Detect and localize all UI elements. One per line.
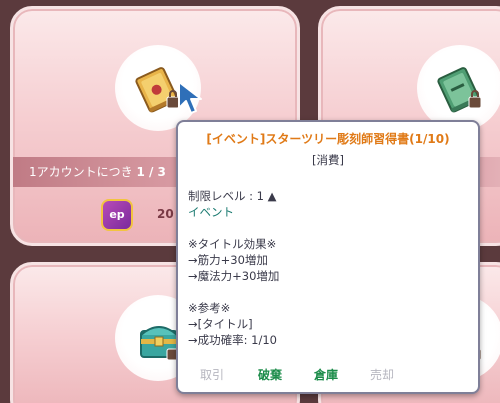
effect-strength: →筋力+30増加 [188,253,268,267]
reference-heading: ※参考※ [188,301,231,315]
effect-magic: →魔法力+30増加 [188,269,280,283]
event-tag: イベント [188,205,234,219]
success-rate: →成功確率: 1/10 [188,333,277,347]
discard-button[interactable]: 破棄 [258,366,282,383]
item-slot[interactable] [417,45,500,131]
limit-label: 1アカウントにつき [29,165,133,179]
storage-button[interactable]: 倉庫 [314,366,338,383]
price-value: 20 [157,207,174,221]
tooltip-actions: 取引 破棄 倉庫 売却 [178,364,478,384]
level-restriction: 制限レベル : 1 ▲ [188,189,277,203]
mouse-cursor-icon [178,81,202,114]
item-tooltip: [イベント]スターツリー彫刻師習得書(1/10) [消費] 制限レベル : 1 … [176,120,480,394]
ep-currency-icon: ep [101,199,133,231]
item-category: [消費] [312,153,344,167]
limit-count: 1 / 3 [136,165,166,179]
trade-button[interactable]: 取引 [200,366,224,383]
sell-button[interactable]: 売却 [370,366,394,383]
item-name: [イベント]スターツリー彫刻師習得書(1/10) [206,132,450,146]
book-icon [437,67,482,113]
item-description: 制限レベル : 1 ▲ イベント ※タイトル効果※ →筋力+30増加 →魔法力+… [188,188,279,348]
title-effect-heading: ※タイトル効果※ [188,237,277,251]
reference-title: →[タイトル] [188,317,253,331]
